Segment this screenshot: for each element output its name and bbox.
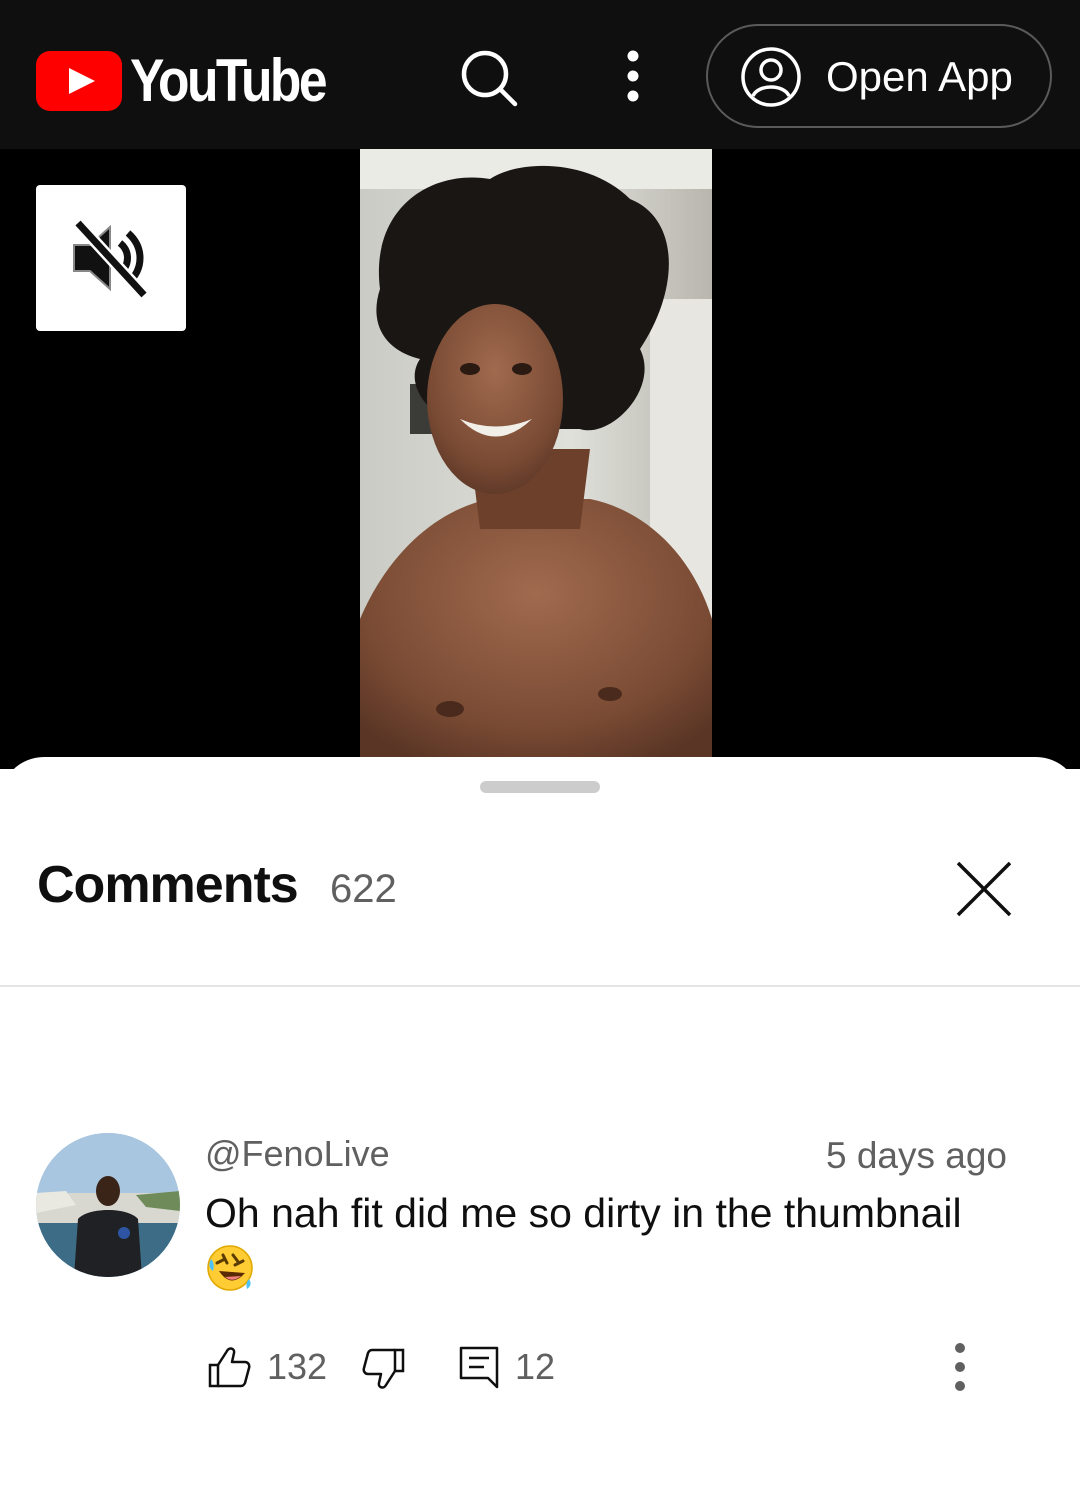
header-divider — [0, 985, 1080, 987]
open-app-button[interactable]: Open App — [706, 24, 1052, 128]
comments-count: 622 — [330, 867, 397, 911]
top-app-bar: YouTube Open App — [0, 0, 1080, 149]
youtube-play-logo-icon — [36, 50, 122, 111]
comments-title: Comments — [37, 856, 299, 914]
reply-icon[interactable] — [458, 1345, 500, 1389]
video-frame — [360, 149, 712, 769]
unmute-button[interactable] — [36, 185, 186, 331]
search-icon[interactable] — [458, 47, 518, 107]
more-vert-icon[interactable] — [615, 48, 651, 104]
reply-count[interactable]: 12 — [515, 1346, 555, 1388]
youtube-wordmark: YouTube — [130, 47, 328, 114]
avatar-image — [36, 1133, 180, 1277]
comment-timestamp: 5 days ago — [825, 1135, 1007, 1176]
dislike-icon[interactable] — [362, 1347, 406, 1391]
comment-author[interactable]: @FenoLive — [205, 1133, 390, 1175]
comments-panel: Comments 622 @FenoLive 5 days ago Oh nah… — [0, 757, 1080, 1494]
video-thumbnail-image — [360, 149, 712, 769]
rofl-emoji — [207, 1245, 253, 1291]
comment-more-icon[interactable] — [946, 1341, 974, 1393]
youtube-logo[interactable]: YouTube — [36, 46, 357, 115]
volume-off-icon — [73, 218, 149, 300]
account-circle-icon — [741, 47, 801, 107]
video-player[interactable] — [0, 149, 1080, 769]
drag-handle[interactable] — [480, 781, 600, 793]
avatar[interactable] — [36, 1133, 180, 1277]
comment-text: Oh nah fit did me so dirty in the thumbn… — [205, 1190, 962, 1236]
like-icon[interactable] — [207, 1345, 251, 1389]
close-icon[interactable] — [954, 859, 1014, 919]
like-count: 132 — [267, 1346, 328, 1387]
open-app-label: Open App — [826, 53, 1013, 100]
